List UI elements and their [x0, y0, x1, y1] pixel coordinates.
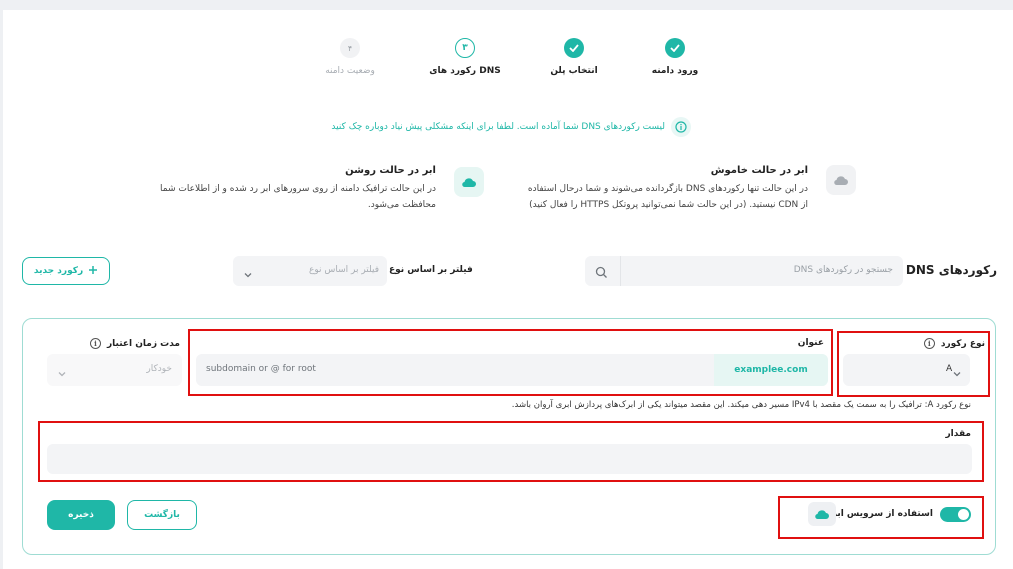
- cloud-on-title: ابر در حالت روشن: [345, 165, 436, 176]
- record-name-placeholder: subdomain or @ for root: [206, 364, 316, 374]
- record-type-label-text: نوع رکورد: [940, 338, 985, 349]
- window-top-strip: [0, 0, 1013, 10]
- cloud-off-icon: [826, 165, 856, 195]
- ttl-label-text: مدت زمان اعتبار: [106, 338, 180, 349]
- step-number: ۴: [340, 38, 360, 58]
- step-plan-select: انتخاب پلن: [529, 38, 619, 76]
- notice-text: لیست رکوردهای DNS شما آماده است. لطفا بر…: [331, 122, 665, 132]
- step-label: انتخاب پلن: [550, 66, 598, 76]
- chevron-down-icon: [952, 364, 962, 383]
- toggle-knob: [958, 509, 969, 520]
- step-domain-status: ۴ وضعیت دامنه: [305, 38, 395, 76]
- step-label: وضعیت دامنه: [325, 66, 375, 76]
- record-type-label: نوع رکورد i: [923, 338, 985, 349]
- cloud-off-desc-line: از CDN نیستید. (در این حالت شما نمی‌توان…: [529, 200, 808, 210]
- check-icon: [564, 38, 584, 58]
- cloud-service-toggle[interactable]: [940, 507, 971, 522]
- cloud-off-desc-line: در این حالت تنها رکوردهای DNS بازگردانده…: [527, 184, 808, 194]
- ttl-select[interactable]: خودکار: [47, 354, 182, 386]
- info-icon[interactable]: i: [89, 338, 101, 349]
- cloud-icon: [808, 502, 836, 526]
- search-icon[interactable]: [595, 264, 608, 283]
- dns-search-input[interactable]: جستجو در رکوردهای DNS: [585, 256, 903, 286]
- search-placeholder: جستجو در رکوردهای DNS: [793, 265, 893, 275]
- step-label: رکورد های DNS: [429, 66, 501, 76]
- domain-suffix: examplee.com: [714, 354, 828, 386]
- record-type-select[interactable]: A: [843, 354, 970, 386]
- filter-placeholder: فیلتر بر اساس نوع: [308, 265, 379, 275]
- window-left-edge: [0, 10, 3, 569]
- step-label: ورود دامنه: [651, 66, 699, 76]
- record-value-input[interactable]: [47, 444, 972, 474]
- filter-type-select[interactable]: فیلتر بر اساس نوع: [233, 256, 387, 286]
- cloud-off-option[interactable]: ابر در حالت خاموش در این حالت تنها رکورد…: [518, 165, 856, 213]
- record-value-label: مقدار: [945, 429, 971, 439]
- new-record-label: رکورد جدید: [33, 266, 84, 276]
- chevron-down-icon: [243, 265, 253, 284]
- record-name-label: عنوان: [797, 338, 824, 348]
- cloud-on-description: در این حالت ترافیک دامنه از روی سرورهای …: [146, 181, 436, 213]
- cloud-on-icon: [454, 167, 484, 197]
- back-button[interactable]: بازگشت: [127, 500, 197, 530]
- filter-label: فیلتر بر اساس نوع: [389, 265, 473, 275]
- cloud-off-description: در این حالت تنها رکوردهای DNS بازگردانده…: [518, 181, 808, 213]
- cloud-service-label: استفاده از سرویس ابری: [823, 509, 933, 519]
- dns-ready-notice: لیست رکوردهای DNS شما آماده است. لطفا بر…: [331, 117, 691, 137]
- cloud-off-title: ابر در حالت خاموش: [710, 165, 808, 176]
- ttl-label: مدت زمان اعتبار i: [89, 338, 180, 349]
- record-type-hint: نوع رکورد A: ترافیک را به سمت یک مقصد با…: [511, 400, 971, 410]
- cloud-on-desc-line: محافظت می‌شود.: [367, 200, 436, 210]
- check-icon: [665, 38, 685, 58]
- record-name-input[interactable]: subdomain or @ for root examplee.com: [196, 354, 828, 386]
- dns-records-title: رکوردهای DNS: [905, 263, 997, 277]
- new-record-button[interactable]: رکورد جدید: [22, 257, 110, 285]
- step-number: ۳: [455, 38, 475, 58]
- chevron-down-icon: [57, 364, 67, 383]
- info-icon: [671, 117, 691, 137]
- plus-icon: [88, 265, 98, 278]
- ttl-value: خودکار: [146, 364, 172, 374]
- cloud-on-desc-line: در این حالت ترافیک دامنه از روی سرورهای …: [160, 184, 436, 194]
- step-dns-records: ۳ رکورد های DNS: [420, 38, 510, 76]
- step-domain-entry: ورود دامنه: [630, 38, 720, 76]
- search-divider: [620, 256, 621, 286]
- info-icon[interactable]: i: [923, 338, 935, 349]
- cloud-on-option[interactable]: ابر در حالت روشن در این حالت ترافیک دامن…: [146, 165, 484, 213]
- save-button[interactable]: ذخیره: [47, 500, 115, 530]
